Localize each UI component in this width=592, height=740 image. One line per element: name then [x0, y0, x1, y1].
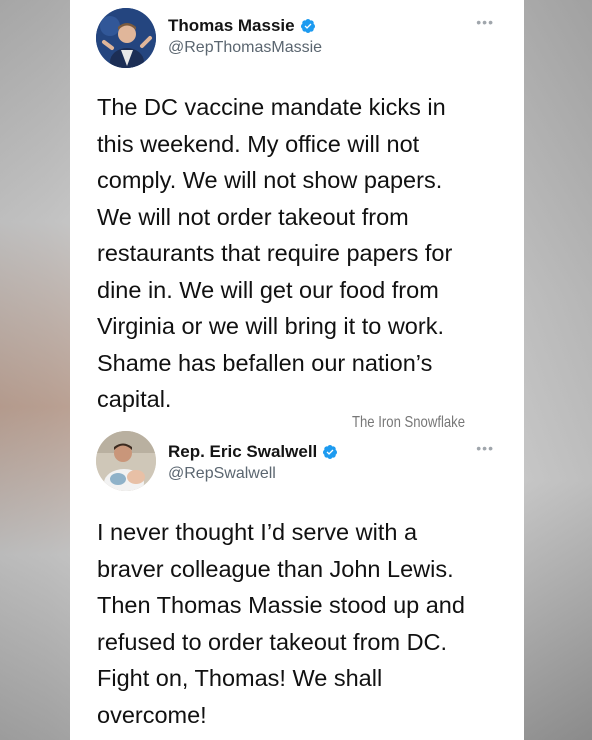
- verified-badge-icon: [323, 445, 338, 459]
- display-name-row[interactable]: Rep. Eric Swalwell: [168, 442, 338, 462]
- watermark: The Iron Snowflake: [352, 414, 466, 431]
- background-blur-right: [522, 0, 592, 740]
- display-name-row[interactable]: Thomas Massie: [168, 16, 316, 36]
- avatar-photo-icon: [96, 8, 156, 68]
- display-name[interactable]: Rep. Eric Swalwell: [168, 442, 317, 462]
- tweet-text: The DC vaccine mandate kicks in this wee…: [97, 94, 453, 412]
- background-blur-left: [0, 0, 70, 740]
- avatar[interactable]: [96, 431, 156, 491]
- more-dots-icon[interactable]: •••: [476, 14, 494, 30]
- handle[interactable]: @RepThomasMassie: [168, 39, 322, 57]
- display-name[interactable]: Thomas Massie: [168, 16, 295, 36]
- tweet-text: I never thought I’d serve with a braver …: [97, 519, 465, 728]
- verified-badge-icon: [300, 19, 315, 33]
- avatar[interactable]: [96, 8, 156, 68]
- avatar-photo-icon: [96, 431, 156, 491]
- more-dots-icon[interactable]: •••: [476, 440, 494, 456]
- handle[interactable]: @RepSwalwell: [168, 465, 276, 483]
- tweet-screenshot-card: Thomas Massie @RepThomasMassie ••• The D…: [70, 0, 524, 740]
